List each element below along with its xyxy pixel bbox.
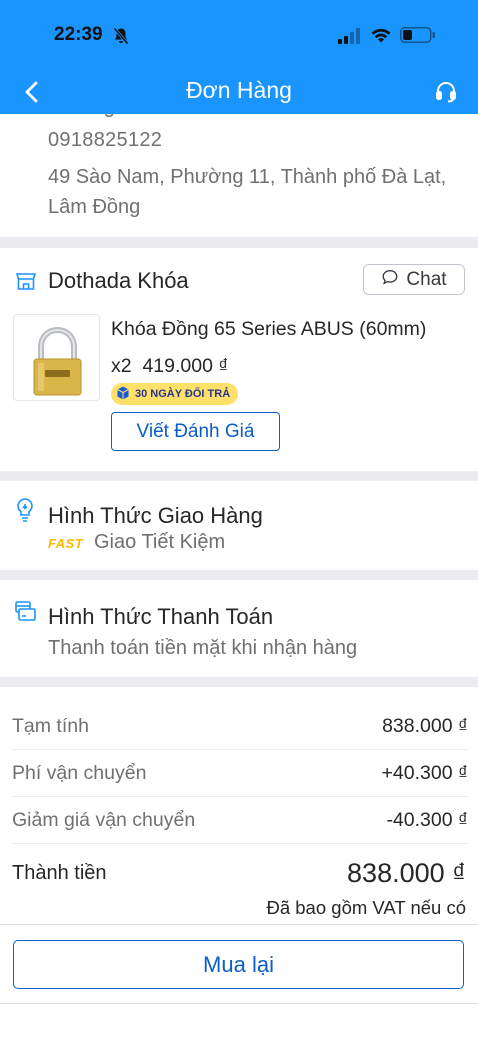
section-divider (0, 570, 478, 580)
cellular-signal-icon (338, 28, 362, 49)
lightbulb-location-icon (14, 497, 36, 528)
bell-muted-icon (113, 27, 129, 50)
vat-note: Đã bao gồm VAT nếu có (266, 897, 466, 918)
total-value: 838.000 ₫ (347, 858, 466, 888)
section-divider (0, 237, 478, 248)
chat-icon (381, 268, 399, 292)
shipping-fee-row: Phí vận chuyển +40.300 ₫ (12, 751, 468, 797)
delivery-type: Giao Tiết Kiệm (94, 531, 226, 553)
page-title: Đơn Hàng (186, 77, 292, 103)
product-qty-price: x2 419.000 ₫ (111, 355, 228, 378)
payment-card-icon (13, 599, 37, 628)
section-divider (0, 471, 478, 481)
store-icon (14, 269, 38, 298)
recipient-phone: 0918825122 (48, 129, 163, 151)
fast-delivery-badge: FAST (48, 536, 84, 551)
section-divider (0, 677, 478, 687)
payment-method-desc: Thanh toán tiền mặt khi nhận hàng (48, 637, 358, 659)
subtotal-label: Tạm tính (12, 715, 89, 737)
box-return-icon (115, 385, 131, 404)
subtotal-value: 838.000 ₫ (382, 715, 468, 737)
product-name[interactable]: Khóa Đồng 65 Series ABUS (60mm) (111, 318, 426, 341)
write-review-button[interactable]: Viết Đánh Giá (111, 412, 280, 451)
battery-icon (400, 27, 436, 48)
chat-button[interactable]: Chat (363, 264, 465, 295)
return-policy-badge: 30 NGÀY ĐỔI TRẢ (111, 383, 239, 405)
buy-again-button[interactable]: Mua lại (13, 940, 464, 989)
status-time: 22:39 (54, 24, 103, 45)
shipping-discount-label: Giảm giá vận chuyển (12, 809, 196, 831)
headset-support-icon[interactable] (434, 79, 458, 103)
bottom-action-bar: Mua lại (0, 924, 478, 1004)
shipping-fee-label: Phí vận chuyển (12, 762, 147, 784)
payment-method-title: Hình Thức Thanh Toán (48, 604, 274, 629)
wifi-icon (370, 26, 392, 48)
product-price: 419.000 ₫ (142, 355, 229, 377)
return-badge-text: 30 NGÀY ĐỔI TRẢ (135, 388, 231, 400)
subtotal-row: Tạm tính 838.000 ₫ (12, 704, 468, 750)
product-image[interactable] (13, 314, 100, 401)
product-quantity: x2 (111, 355, 132, 377)
shop-name[interactable]: Dothada Khóa (48, 268, 189, 294)
shipping-discount-row: Giảm giá vận chuyển -40.300 ₫ (12, 798, 468, 844)
status-bar: 22:39 (0, 0, 478, 68)
app-header: 22:39 Đơn Hàng (0, 0, 478, 114)
total-label: Thành tiền (12, 862, 107, 884)
shipping-discount-value: -40.300 ₫ (386, 809, 468, 831)
delivery-method-title: Hình Thức Giao Hàng (48, 503, 263, 528)
shipping-fee-value: +40.300 ₫ (381, 762, 468, 784)
recipient-address: 49 Sào Nam, Phường 11, Thành phố Đà Lạt,… (48, 166, 447, 218)
chat-label: Chat (406, 268, 447, 290)
